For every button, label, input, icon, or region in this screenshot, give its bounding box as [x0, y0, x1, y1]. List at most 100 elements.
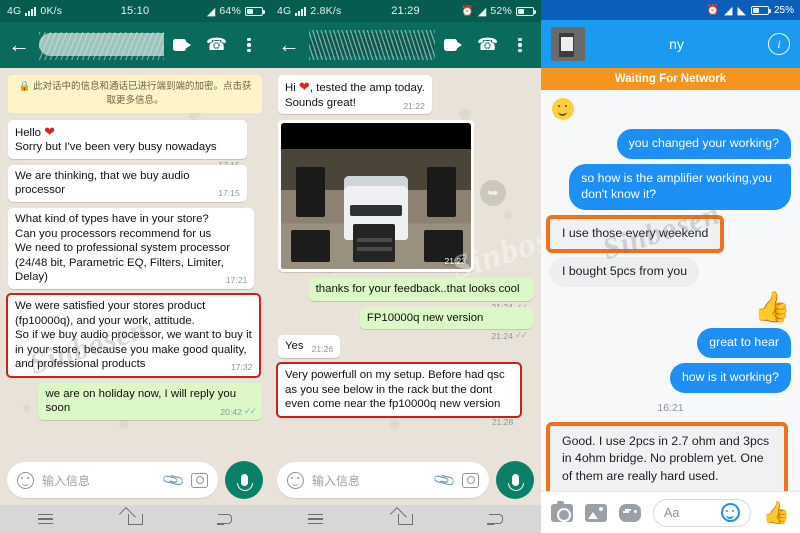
- message-text: Yes: [285, 340, 304, 353]
- phone-panel-left: 4G 0K/s 15:10 ◢ 64% ← ☎ �: [0, 0, 270, 533]
- overflow-menu-icon[interactable]: [510, 35, 530, 55]
- battery-percent-label: 64%: [219, 5, 241, 17]
- microphone-button[interactable]: [496, 461, 534, 499]
- back-arrow-icon[interactable]: ←: [278, 34, 300, 56]
- reply-bubble-highlighted[interactable]: Good. I use 2pcs in 2.7 ohm and 3pcs in …: [546, 421, 788, 491]
- message-bubble-outgoing[interactable]: you changed your working?: [616, 129, 791, 159]
- camera-icon[interactable]: [191, 472, 208, 488]
- message-row[interactable]: I bought 5pcs from you: [550, 256, 791, 287]
- wifi-icon: ◢: [206, 5, 216, 18]
- message-input-field[interactable]: 输入信息 📎: [7, 462, 218, 498]
- smiley-emoji-icon: [552, 98, 574, 120]
- paperclip-icon[interactable]: 📎: [432, 467, 457, 493]
- message-time: 17:32: [230, 362, 253, 373]
- message-input-placeholder: 输入信息: [42, 473, 91, 488]
- battery-icon: [516, 6, 536, 16]
- message-bubble-highlighted[interactable]: I use those every weekend: [545, 214, 725, 253]
- message-row[interactable]: I use those every weekend: [545, 214, 791, 253]
- message-time: 17:21: [225, 275, 248, 286]
- android-nav-bar-middle: [270, 505, 541, 533]
- message-bubble[interactable]: thanks for your feedback..that looks coo…: [308, 278, 533, 312]
- emoji-icon[interactable]: [287, 471, 304, 489]
- recent-apps-icon[interactable]: [307, 513, 323, 525]
- camera-icon[interactable]: [462, 472, 479, 488]
- message-bubble[interactable]: Hi ❤, tested the amp today. Sounds great!…: [278, 75, 432, 115]
- emoji-icon[interactable]: [720, 503, 740, 522]
- conversation-timestamp: 16:21: [657, 401, 684, 414]
- game-controller-icon[interactable]: [619, 503, 641, 522]
- overflow-menu-icon[interactable]: [239, 35, 259, 55]
- message-bubble-outgoing[interactable]: how is it working?: [669, 362, 791, 393]
- back-arrow-icon[interactable]: ←: [8, 34, 30, 56]
- three-phone-screenshots: 4G 0K/s 15:10 ◢ 64% ← ☎ �: [0, 0, 800, 533]
- message-composer-bar[interactable]: Aa 👍: [541, 491, 800, 533]
- message-input-field[interactable]: 输入信息 📎: [277, 462, 489, 498]
- message-text: we are on holiday now, I will reply you …: [45, 387, 240, 415]
- alarm-icon: ⏰: [461, 5, 474, 17]
- signal-icon: ◣: [737, 4, 746, 17]
- contact-avatar[interactable]: [551, 27, 585, 61]
- message-time: 20:42: [220, 406, 242, 417]
- message-bubble[interactable]: we are on holiday now, I will reply you …: [38, 382, 262, 421]
- info-icon[interactable]: i: [768, 33, 790, 55]
- emoji-icon[interactable]: [17, 471, 34, 489]
- microphone-button[interactable]: [225, 461, 263, 499]
- message-bubble-outgoing[interactable]: so how is the amplifier working,you don'…: [569, 163, 791, 210]
- message-bubble-incoming[interactable]: I bought 5pcs from you: [550, 256, 700, 287]
- battery-icon: [245, 6, 265, 16]
- message-time: 21:23: [444, 256, 466, 267]
- forward-arrow-icon[interactable]: ➥: [480, 180, 506, 207]
- message-bubble-highlighted[interactable]: Very powerfull on my setup. Before had q…: [275, 362, 523, 427]
- message-input-field[interactable]: Aa: [653, 498, 751, 527]
- back-icon[interactable]: [216, 514, 233, 525]
- android-nav-bar-left: [0, 505, 270, 533]
- message-input-bar-middle[interactable]: 输入信息 📎: [270, 455, 541, 505]
- chat-app-bar-left: ← ☎: [0, 22, 270, 68]
- message-row: [550, 96, 791, 124]
- home-icon[interactable]: [398, 513, 414, 525]
- paperclip-icon[interactable]: 📎: [161, 467, 186, 493]
- recent-apps-icon[interactable]: [37, 513, 53, 525]
- camera-icon[interactable]: [551, 500, 573, 522]
- phone-panel-middle: 4G 2.8K/s 21:29 ⏰ ◢ 52% ← ☎ Hi ❤, tested…: [270, 0, 541, 533]
- video-call-icon[interactable]: [173, 35, 193, 55]
- thumbs-up-sticker-icon[interactable]: 👍: [754, 292, 791, 323]
- network-speed-label: 2.8K/s: [310, 5, 342, 17]
- chat-messages-left[interactable]: 🔒 此对话中的信息和通话已进行端到端的加密。点击获取更多信息。 Hello ❤ S…: [0, 68, 270, 455]
- thumbs-up-icon[interactable]: 👍: [763, 501, 790, 524]
- message-bubble[interactable]: FP10000q new version 21:24 ✓✓: [359, 306, 533, 341]
- message-bubble-highlighted[interactable]: We were satisfied your stores product (f…: [5, 292, 262, 378]
- network-speed-label: 0K/s: [40, 5, 63, 17]
- signal-icon: [25, 6, 37, 16]
- message-row[interactable]: 👍: [550, 292, 791, 323]
- conversation-messages[interactable]: you changed your working? so how is the …: [541, 90, 800, 491]
- message-row[interactable]: Good. I use 2pcs in 2.7 ohm and 3pcs in …: [546, 421, 791, 491]
- message-text: FP10000q new version: [366, 311, 484, 324]
- message-input-bar-left[interactable]: 输入信息 📎: [0, 455, 270, 505]
- contact-name-redacted[interactable]: [309, 30, 435, 60]
- message-row[interactable]: great to hear: [550, 327, 791, 358]
- message-row[interactable]: you changed your working?: [550, 129, 791, 159]
- message-bubble[interactable]: Hello ❤ Sorry but I've been very busy now…: [8, 119, 247, 170]
- message-text: We are thinking, that we buy audio proce…: [15, 169, 193, 197]
- photo-message-bubble[interactable]: 21:23 ➥: [278, 120, 506, 273]
- message-bubble-outgoing[interactable]: great to hear: [697, 327, 791, 358]
- message-row[interactable]: so how is the amplifier working,you don'…: [550, 163, 791, 210]
- message-bubble[interactable]: What kind of types have in your store? C…: [8, 207, 255, 289]
- photo-attachment[interactable]: 21:23: [281, 123, 471, 270]
- encryption-notice[interactable]: 🔒 此对话中的信息和通话已进行端到端的加密。点击获取更多信息。: [8, 75, 262, 113]
- voice-call-icon[interactable]: ☎: [206, 35, 227, 55]
- message-row[interactable]: how is it working?: [550, 362, 791, 393]
- message-bubble[interactable]: Yes 21:26: [278, 335, 341, 358]
- contact-name-redacted[interactable]: [39, 30, 164, 60]
- message-bubble[interactable]: We are thinking, that we buy audio proce…: [8, 164, 247, 202]
- gallery-icon[interactable]: [585, 503, 607, 522]
- back-icon[interactable]: [487, 514, 504, 525]
- read-receipt-icon: ✓✓: [243, 406, 257, 417]
- video-call-icon[interactable]: [444, 35, 464, 55]
- conversation-app-bar: ny i: [541, 20, 800, 68]
- chat-messages-middle[interactable]: Hi ❤, tested the amp today. Sounds great!…: [270, 68, 541, 455]
- home-icon[interactable]: [127, 513, 143, 525]
- voice-call-icon[interactable]: ☎: [477, 35, 498, 55]
- signal-icon: [295, 6, 307, 16]
